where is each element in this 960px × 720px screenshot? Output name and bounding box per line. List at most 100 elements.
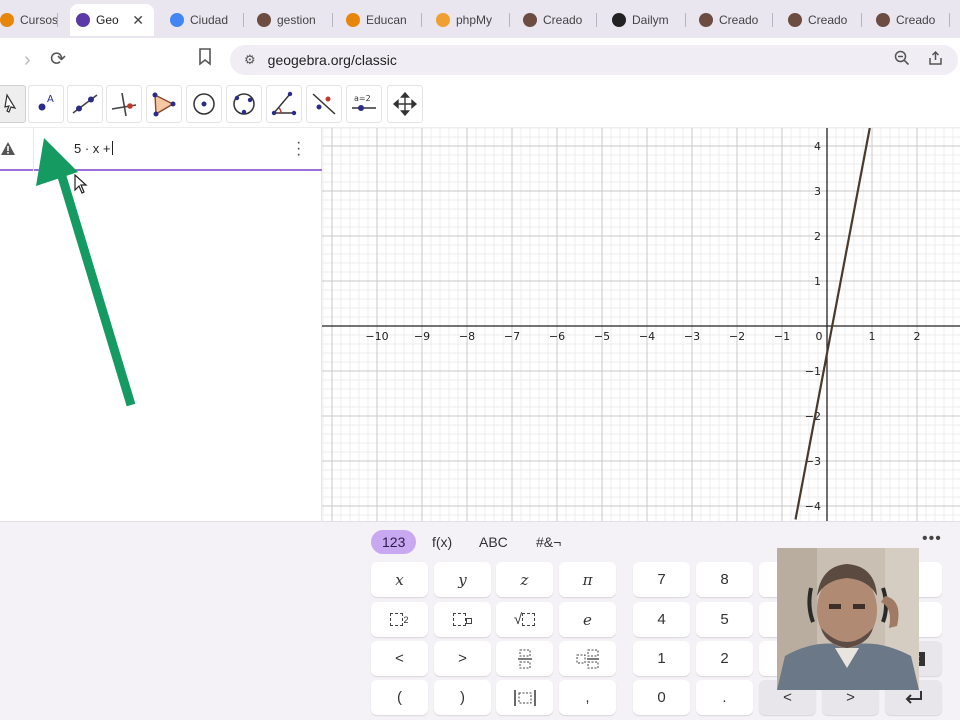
x-tick-label: −9 [414, 330, 430, 343]
fraction-icon [517, 649, 532, 668]
x-tick-label: 2 [914, 330, 921, 343]
back-icon[interactable]: ‹ [0, 48, 1, 72]
key-sqrt[interactable]: √ [496, 602, 553, 637]
reflect-icon [312, 93, 336, 115]
browser-tab-label: Dailym [632, 13, 669, 27]
key-mixed-fraction[interactable] [559, 641, 616, 676]
circle-center-point-tool-button[interactable] [186, 85, 222, 123]
presenter-video-icon [777, 548, 919, 690]
key-0[interactable]: 0 [633, 680, 690, 715]
browser-tab[interactable]: Cursos [0, 4, 58, 36]
slider-tool-button[interactable]: a=2 [346, 85, 382, 123]
zoom-icon[interactable] [894, 50, 910, 71]
keyboard-tab-functions[interactable]: f(x) [421, 530, 463, 554]
keyboard-more-icon[interactable]: ••• [922, 530, 942, 548]
browser-tab-label: phpMy [456, 13, 493, 27]
browser-tab-label: Ciudad [190, 13, 229, 27]
graphics-view[interactable]: −10 −9 −8 −7 −6 −5 −4 −3 −2 −1 0 1 2 4 3 2 1 −1 −2 −3 −4 [322, 128, 960, 521]
keyboard-tab-123[interactable]: 123 [371, 530, 417, 554]
move-tool-button[interactable] [0, 85, 26, 123]
forward-icon[interactable]: › [24, 48, 31, 72]
key-absolute-value[interactable] [496, 680, 553, 715]
reflect-tool-button[interactable] [306, 85, 342, 123]
slider-icon: a=2 [352, 94, 376, 111]
y-tick-label: 3 [814, 185, 821, 198]
key-1[interactable]: 1 [633, 641, 690, 676]
key-y[interactable]: y [434, 562, 491, 597]
point-icon: A [38, 94, 54, 111]
browser-tab[interactable]: Geo ✕ [70, 4, 154, 36]
reload-icon[interactable]: ⟳ [50, 48, 66, 72]
browser-tab-strip: Cursos Geo ✕ Ciudad gestion Educan phpMy Creado… [0, 0, 960, 38]
key-fraction[interactable] [496, 641, 553, 676]
tab-separator [243, 13, 244, 27]
key-less-than[interactable]: < [371, 641, 428, 676]
key-x[interactable]: x [371, 562, 428, 597]
key-z[interactable]: z [496, 562, 553, 597]
key-square[interactable]: 2 [371, 602, 428, 637]
move-arrows-icon [392, 91, 418, 117]
move-graphics-view-tool-button[interactable] [387, 85, 423, 123]
globe-icon [788, 13, 802, 27]
coordinate-plane[interactable]: −10 −9 −8 −7 −6 −5 −4 −3 −2 −1 0 1 24321−1−2−3−4 [322, 128, 960, 521]
key-8[interactable]: 8 [696, 562, 753, 597]
tab-separator [949, 13, 950, 27]
mixed-fraction-icon [576, 649, 599, 668]
url-text: geogebra.org/classic [267, 52, 397, 68]
tab-separator [861, 13, 862, 27]
point-tool-button[interactable]: A [28, 85, 64, 123]
circle-three-points-tool-button[interactable] [226, 85, 262, 123]
browser-tab[interactable]: Educan [340, 4, 422, 36]
polygon-tool-button[interactable] [146, 85, 182, 123]
browser-tab[interactable]: Dailym [606, 4, 686, 36]
key-comma[interactable]: , [559, 680, 616, 715]
tab-separator [421, 13, 422, 27]
browser-tab-label: Geo [96, 13, 119, 27]
line-tool-button[interactable] [67, 85, 103, 123]
keyboard-tab-symbols[interactable]: #&¬ [525, 530, 572, 554]
key-decimal-point[interactable]: . [696, 680, 753, 715]
browser-tab[interactable]: phpMy [430, 4, 510, 36]
site-settings-icon[interactable]: ⚙ [244, 52, 256, 68]
x-tick-label: −2 [729, 330, 745, 343]
key-5[interactable]: 5 [696, 602, 753, 637]
key-e[interactable]: e [559, 602, 616, 637]
key-open-paren[interactable]: ( [371, 680, 428, 715]
browser-tab-label: Cursos [20, 13, 58, 27]
x-tick-label: 1 [869, 330, 876, 343]
key-greater-than[interactable]: > [434, 641, 491, 676]
globe-icon [876, 13, 890, 27]
line-icon [72, 94, 98, 114]
key-pi[interactable]: π [559, 562, 616, 597]
svg-text:A: A [47, 94, 54, 105]
key-power[interactable] [434, 602, 491, 637]
key-2[interactable]: 2 [696, 641, 753, 676]
browser-tab[interactable]: Creado [517, 4, 597, 36]
warning-icon[interactable] [0, 141, 16, 157]
algebra-view: 5 · x + · · · [0, 128, 322, 521]
placeholder-box-icon [390, 613, 404, 626]
close-tab-icon[interactable]: ✕ [132, 12, 144, 29]
browser-tab[interactable]: Creado [782, 4, 862, 36]
angle-tool-button[interactable] [266, 85, 302, 123]
more-options-icon[interactable]: · · · [296, 135, 301, 163]
browser-tab[interactable]: Ciudad [164, 4, 244, 36]
bookmark-icon[interactable] [198, 48, 212, 72]
key-close-paren[interactable]: ) [434, 680, 491, 715]
x-tick-label: −8 [459, 330, 475, 343]
browser-tab[interactable]: Creado [870, 4, 950, 36]
key-4[interactable]: 4 [633, 602, 690, 637]
x-tick-label: −6 [549, 330, 565, 343]
perpendicular-line-tool-button[interactable] [106, 85, 142, 123]
key-7[interactable]: 7 [633, 562, 690, 597]
tab-separator [685, 13, 686, 27]
browser-tab[interactable]: gestion [251, 4, 333, 36]
webcam-overlay [777, 548, 919, 690]
browser-tab[interactable]: Creado [693, 4, 773, 36]
tab-separator [57, 13, 58, 27]
share-icon[interactable] [928, 50, 944, 70]
y-tick-label: −2 [805, 410, 821, 423]
url-bar[interactable]: ⚙ geogebra.org/classic [230, 45, 958, 75]
pointer-icon [4, 93, 17, 113]
keyboard-tab-abc[interactable]: ABC [468, 530, 519, 554]
